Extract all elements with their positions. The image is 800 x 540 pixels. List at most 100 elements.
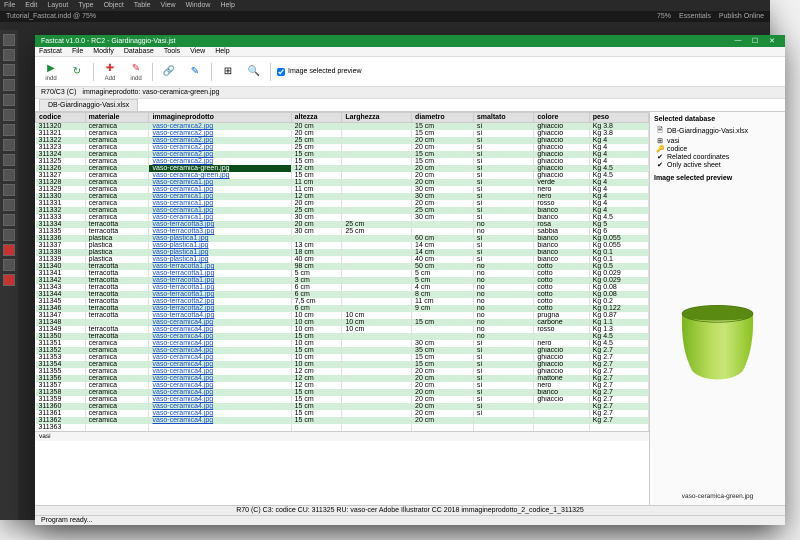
- table-row[interactable]: 311333ceramicavaso-ceramica1.jpg30 cm30 …: [36, 214, 649, 221]
- table-row[interactable]: 311356ceramicavaso-ceramica4.jpg12 cm20 …: [36, 375, 649, 382]
- col-diametro[interactable]: diametro: [412, 113, 474, 123]
- indd2-button[interactable]: ✎indd: [126, 60, 146, 83]
- preview-checkbox[interactable]: Image selected preview: [277, 68, 362, 76]
- table-row[interactable]: 311330ceramicavaso-ceramica1.jpg12 cm30 …: [36, 193, 649, 200]
- table-button[interactable]: ⊞: [218, 64, 238, 80]
- side-item[interactable]: 🗎DB-Giardinaggio-Vasi.xlsx: [654, 126, 781, 137]
- menu-fastcat[interactable]: Fastcat: [39, 48, 62, 55]
- table-row[interactable]: 311336plasticavaso-plastica1.jpg60 cmsìb…: [36, 235, 649, 242]
- tool-7[interactable]: [3, 124, 15, 136]
- refresh-button[interactable]: ↻: [67, 64, 87, 80]
- col-immagineprodotto[interactable]: immagineprodotto: [149, 113, 291, 123]
- essentials-dropdown[interactable]: Essentials: [679, 13, 711, 20]
- menu-type[interactable]: Type: [78, 2, 93, 9]
- table-row[interactable]: 311340terracottavaso-terracotta1.jpg98 c…: [36, 263, 649, 270]
- table-row[interactable]: 311323ceramicavaso-ceramica2.jpg25 cm20 …: [36, 144, 649, 151]
- table-row[interactable]: 311320ceramicavaso-ceramica2.jpg20 cm15 …: [36, 123, 649, 131]
- table-row[interactable]: 311332ceramicavaso-ceramica1.jpg25 cm25 …: [36, 207, 649, 214]
- table-row[interactable]: 311359ceramicavaso-ceramica4.jpg15 cm20 …: [36, 396, 649, 403]
- table-row[interactable]: 311346terracottavaso-terracotta2.jpg6 cm…: [36, 305, 649, 312]
- table-row[interactable]: 311322ceramicavaso-ceramica2.jpg25 cm20 …: [36, 137, 649, 144]
- table-row[interactable]: 311339plasticavaso-plastica1.jpg40 cm40 …: [36, 256, 649, 263]
- menu-view[interactable]: View: [161, 2, 176, 9]
- col-codice[interactable]: codice: [36, 113, 86, 123]
- tool-12[interactable]: [3, 199, 15, 211]
- tool-15[interactable]: [3, 244, 15, 256]
- link-button[interactable]: 🔗: [159, 64, 179, 80]
- col-colore[interactable]: colore: [534, 113, 589, 123]
- menu-modify[interactable]: Modify: [93, 48, 114, 55]
- table-row[interactable]: 311324ceramicavaso-ceramica2.jpg15 cm15 …: [36, 151, 649, 158]
- col-materiale[interactable]: materiale: [85, 113, 149, 123]
- menu-help[interactable]: Help: [220, 2, 234, 9]
- table-row[interactable]: 311337plasticavaso-plastica1.jpg13 cm14 …: [36, 242, 649, 249]
- side-item[interactable]: ⊞vasi: [654, 137, 781, 145]
- side-item[interactable]: ✔Related coordinates: [654, 153, 781, 161]
- tool-17[interactable]: [3, 274, 15, 286]
- col-smaltato[interactable]: smaltato: [473, 113, 534, 123]
- menu-window[interactable]: Window: [186, 2, 211, 9]
- table-row[interactable]: 311343terracottavaso-terracotta1.jpg6 cm…: [36, 284, 649, 291]
- col-peso[interactable]: peso: [589, 113, 648, 123]
- table-row[interactable]: 311331ceramicavaso-ceramica1.jpg20 cm20 …: [36, 200, 649, 207]
- tool-8[interactable]: [3, 139, 15, 151]
- tool-11[interactable]: [3, 184, 15, 196]
- table-row[interactable]: 311325ceramicavaso-ceramica2.jpg15 cm15 …: [36, 158, 649, 165]
- tool-3[interactable]: [3, 64, 15, 76]
- indd-button[interactable]: ▶indd: [41, 60, 61, 83]
- table-row[interactable]: 311342terracottavaso-terracotta1.jpg3 cm…: [36, 277, 649, 284]
- minimize-button[interactable]: —: [731, 37, 745, 45]
- tool-16[interactable]: [3, 259, 15, 271]
- table-row[interactable]: 311326ceramicavaso-ceramica-green.jpg12 …: [36, 165, 649, 172]
- table-row[interactable]: 311327ceramicavaso-ceramica-green.jpg15 …: [36, 172, 649, 179]
- col-altezza[interactable]: altezza: [291, 113, 342, 123]
- table-row[interactable]: 311353ceramicavaso-ceramica4.jpg10 cm15 …: [36, 354, 649, 361]
- tool-5[interactable]: [3, 94, 15, 106]
- menu-help[interactable]: Help: [215, 48, 229, 55]
- table-row[interactable]: 311350terracottavaso-ceramica4.jpg15 cmn…: [36, 333, 649, 340]
- menu-table[interactable]: Table: [134, 2, 151, 9]
- table-row[interactable]: 311328ceramicavaso-ceramica1.jpg11 cm20 …: [36, 179, 649, 186]
- table-row[interactable]: 311341terracottavaso-terracotta1.jpg5 cm…: [36, 270, 649, 277]
- table-row[interactable]: 311360ceramicavaso-ceramica4.jpg15 cm20 …: [36, 403, 649, 410]
- zoom-level[interactable]: 75%: [657, 13, 671, 20]
- tool-9[interactable]: [3, 154, 15, 166]
- tool-2[interactable]: [3, 49, 15, 61]
- col-Larghezza[interactable]: Larghezza: [342, 113, 412, 123]
- table-row[interactable]: 311351ceramicavaso-ceramica4.jpg10 cm30 …: [36, 340, 649, 347]
- menu-tools[interactable]: Tools: [164, 48, 180, 55]
- table-row[interactable]: 311335terracottavaso-terracotta3.jpg30 c…: [36, 228, 649, 235]
- table-row[interactable]: 311358ceramicavaso-ceramica4.jpg15 cm20 …: [36, 389, 649, 396]
- table-row[interactable]: 311363: [36, 424, 649, 431]
- search-button[interactable]: 🔍: [244, 64, 264, 80]
- tool-10[interactable]: [3, 169, 15, 181]
- table-row[interactable]: 311345terracottavaso-terracotta2.jpg7,5 …: [36, 298, 649, 305]
- sheet-tab[interactable]: DB-Giardinaggio-Vasi.xlsx: [39, 99, 138, 111]
- tool-14[interactable]: [3, 229, 15, 241]
- menu-edit[interactable]: Edit: [25, 2, 37, 9]
- table-row[interactable]: 311321ceramicavaso-ceramica2.jpg20 cm15 …: [36, 130, 649, 137]
- table-row[interactable]: 311362ceramicavaso-ceramica4.jpg15 cm20 …: [36, 417, 649, 424]
- bottom-sheet-tab[interactable]: vasi: [35, 431, 649, 441]
- table-row[interactable]: 311347terracottavaso-terracotta4.jpg10 c…: [36, 312, 649, 319]
- add-button[interactable]: ✚Add: [100, 60, 120, 83]
- table-row[interactable]: 311344terracottavaso-terracotta1.jpg6 cm…: [36, 291, 649, 298]
- menu-object[interactable]: Object: [104, 2, 124, 9]
- table-row[interactable]: 311354ceramicavaso-ceramica4.jpg10 cm15 …: [36, 361, 649, 368]
- table-row[interactable]: 311349terracottavaso-ceramica4.jpg10 cm1…: [36, 326, 649, 333]
- publish-button[interactable]: Publish Online: [719, 13, 764, 20]
- side-item[interactable]: 🔑codice: [654, 145, 781, 153]
- table-row[interactable]: 311355ceramicavaso-ceramica4.jpg12 cm20 …: [36, 368, 649, 375]
- tool-4[interactable]: [3, 79, 15, 91]
- close-button[interactable]: ✕: [765, 37, 779, 45]
- data-grid[interactable]: codicematerialeimmagineprodottoaltezzaLa…: [35, 112, 650, 505]
- menu-layout[interactable]: Layout: [47, 2, 68, 9]
- menu-file[interactable]: File: [72, 48, 83, 55]
- document-tab[interactable]: Tutorial_Fastcat.indd @ 75%: [6, 13, 96, 20]
- paint-button[interactable]: ✎: [185, 64, 205, 80]
- menu-file[interactable]: File: [4, 2, 15, 9]
- maximize-button[interactable]: ☐: [748, 37, 762, 45]
- tool-6[interactable]: [3, 109, 15, 121]
- table-row[interactable]: 311329ceramicavaso-ceramica1.jpg11 cm30 …: [36, 186, 649, 193]
- menu-database[interactable]: Database: [124, 48, 154, 55]
